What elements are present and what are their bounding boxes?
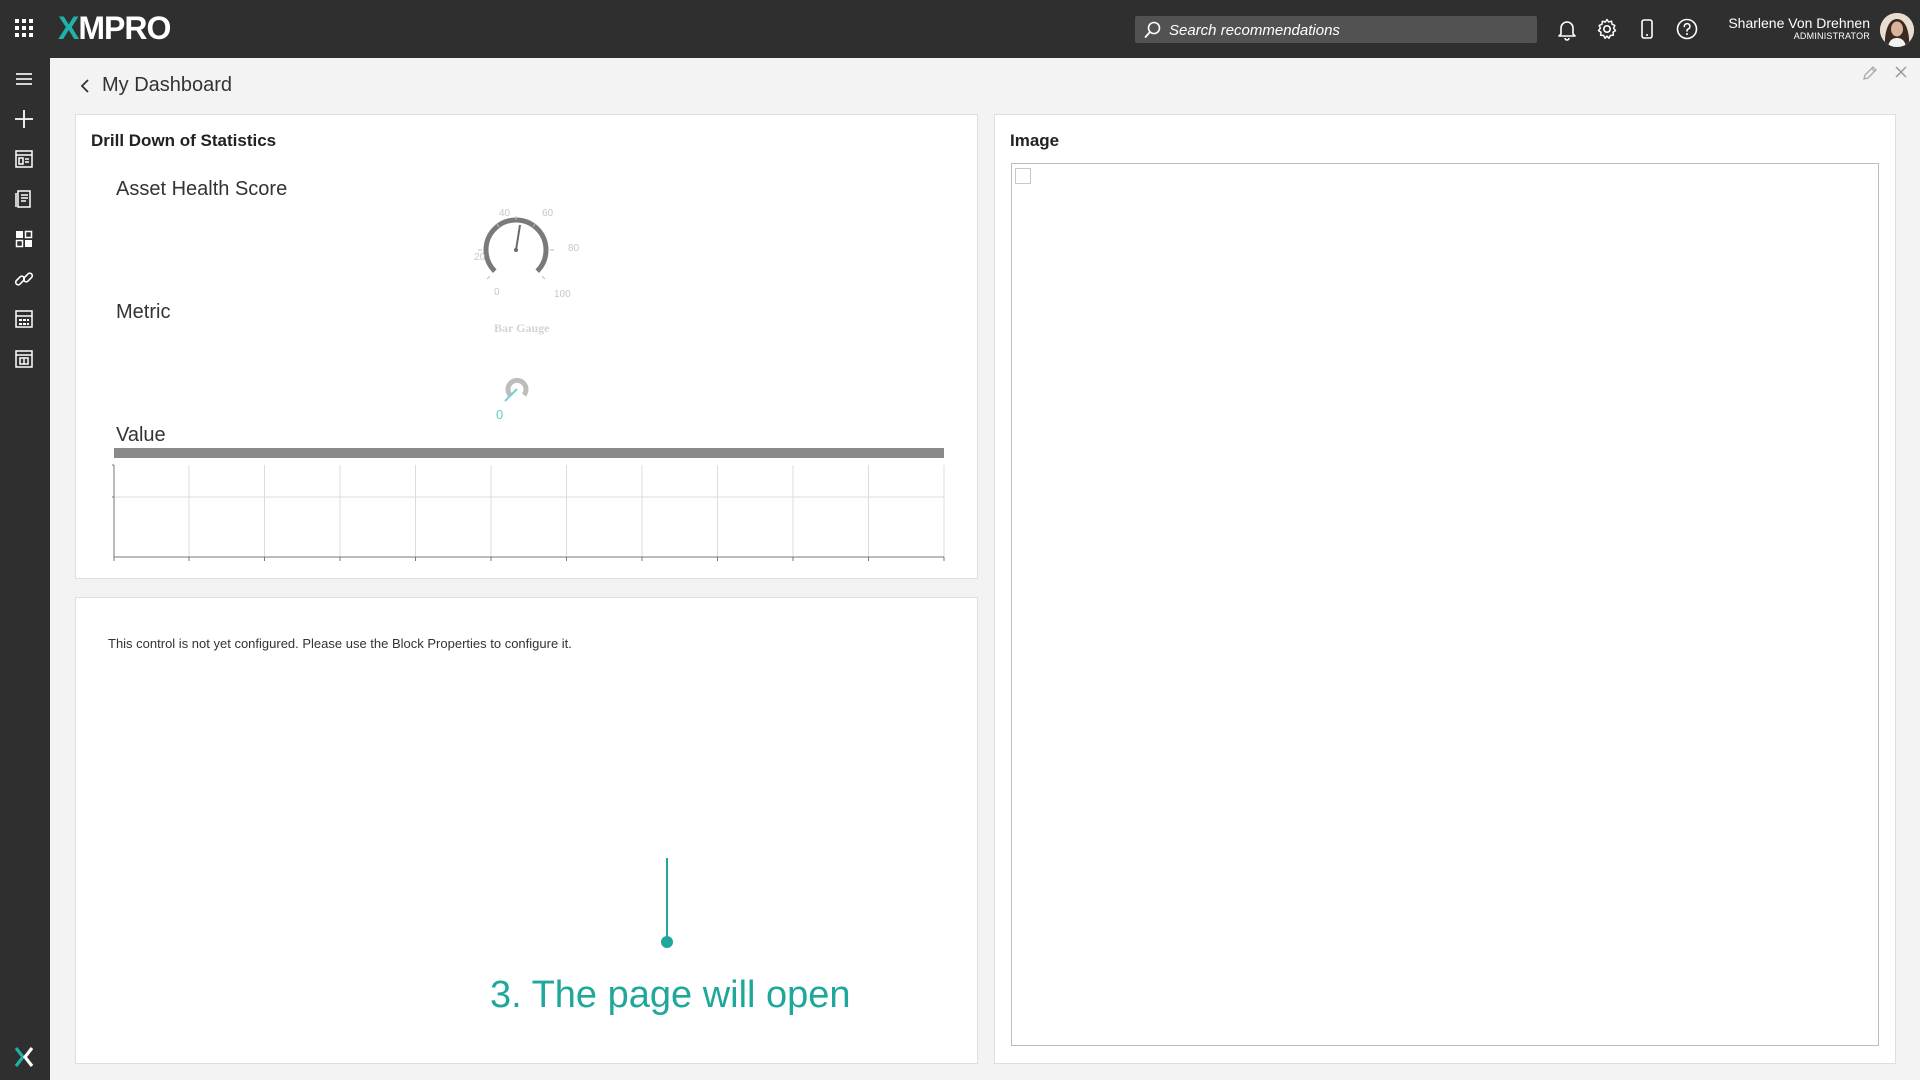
asset-health-score-label: Asset Health Score [116,178,288,200]
page-title: My Dashboard [102,74,233,96]
value-label: Value [116,424,166,446]
gauge-tick-40: 40 [499,208,511,219]
gauge-tick-60: 60 [542,208,554,219]
search-icon [1144,21,1162,39]
gauge-tick-80: 80 [568,243,580,254]
widgets-icon[interactable] [13,228,35,250]
search-input[interactable]: Search recommendations [1135,16,1537,43]
metric-gauge [502,377,532,407]
gauge-tick-20: 20 [474,252,486,263]
back-icon[interactable] [78,76,92,96]
gauge-caption: Bar Gauge [494,321,550,335]
apps-grid-icon[interactable] [14,18,34,38]
template-icon[interactable] [13,348,35,370]
image-panel-title: Image [1010,131,1060,150]
broken-image-icon [1015,168,1031,184]
callout-line [666,858,668,940]
xmpro-logo-icon[interactable] [14,1046,34,1068]
drilldown-panel: Drill Down of Statistics Asset Health Sc… [75,114,978,579]
gauge-tick-100: 100 [554,289,571,300]
drilldown-title: Drill Down of Statistics [91,131,277,150]
image-frame [1011,163,1879,1046]
user-name: Sharlene Von Drehnen [1728,15,1870,31]
unconfigured-message: This control is not yet configured. Plea… [108,636,572,651]
recommendation-icon[interactable] [13,188,35,210]
link-icon[interactable] [13,268,35,290]
bell-icon[interactable] [1555,17,1579,41]
brand-logo-x: X [58,10,79,46]
callout-text: 3. The page will open [490,974,851,1016]
pencil-icon[interactable] [1861,64,1879,82]
dashboard-icon[interactable] [13,148,35,170]
mobile-icon[interactable] [1635,17,1659,41]
callout-dot [661,936,673,948]
plus-icon[interactable] [13,108,35,130]
user-role: ADMINISTRATOR [1793,31,1870,41]
close-icon[interactable] [1893,64,1909,80]
search-placeholder: Search recommendations [1169,22,1340,39]
avatar[interactable] [1880,13,1914,47]
gauge-tick-0: 0 [494,287,500,298]
top-bar: XMPRO Search recommendations Sharlene Vo… [0,0,1920,58]
brand-logo-text: MPRO [78,10,171,46]
user-menu[interactable]: Sharlene Von Drehnen ADMINISTRATOR [1728,15,1870,42]
gear-icon[interactable] [1595,17,1619,41]
calculator-icon[interactable] [13,308,35,330]
menu-icon[interactable] [13,68,35,90]
value-bar [114,448,944,458]
brand-logo[interactable]: XMPRO [58,10,171,46]
help-icon[interactable] [1675,17,1699,41]
metric-label: Metric [116,301,171,323]
metric-value: 0 [496,407,504,422]
sidebar [0,58,50,1080]
value-chart-grid [110,461,946,565]
